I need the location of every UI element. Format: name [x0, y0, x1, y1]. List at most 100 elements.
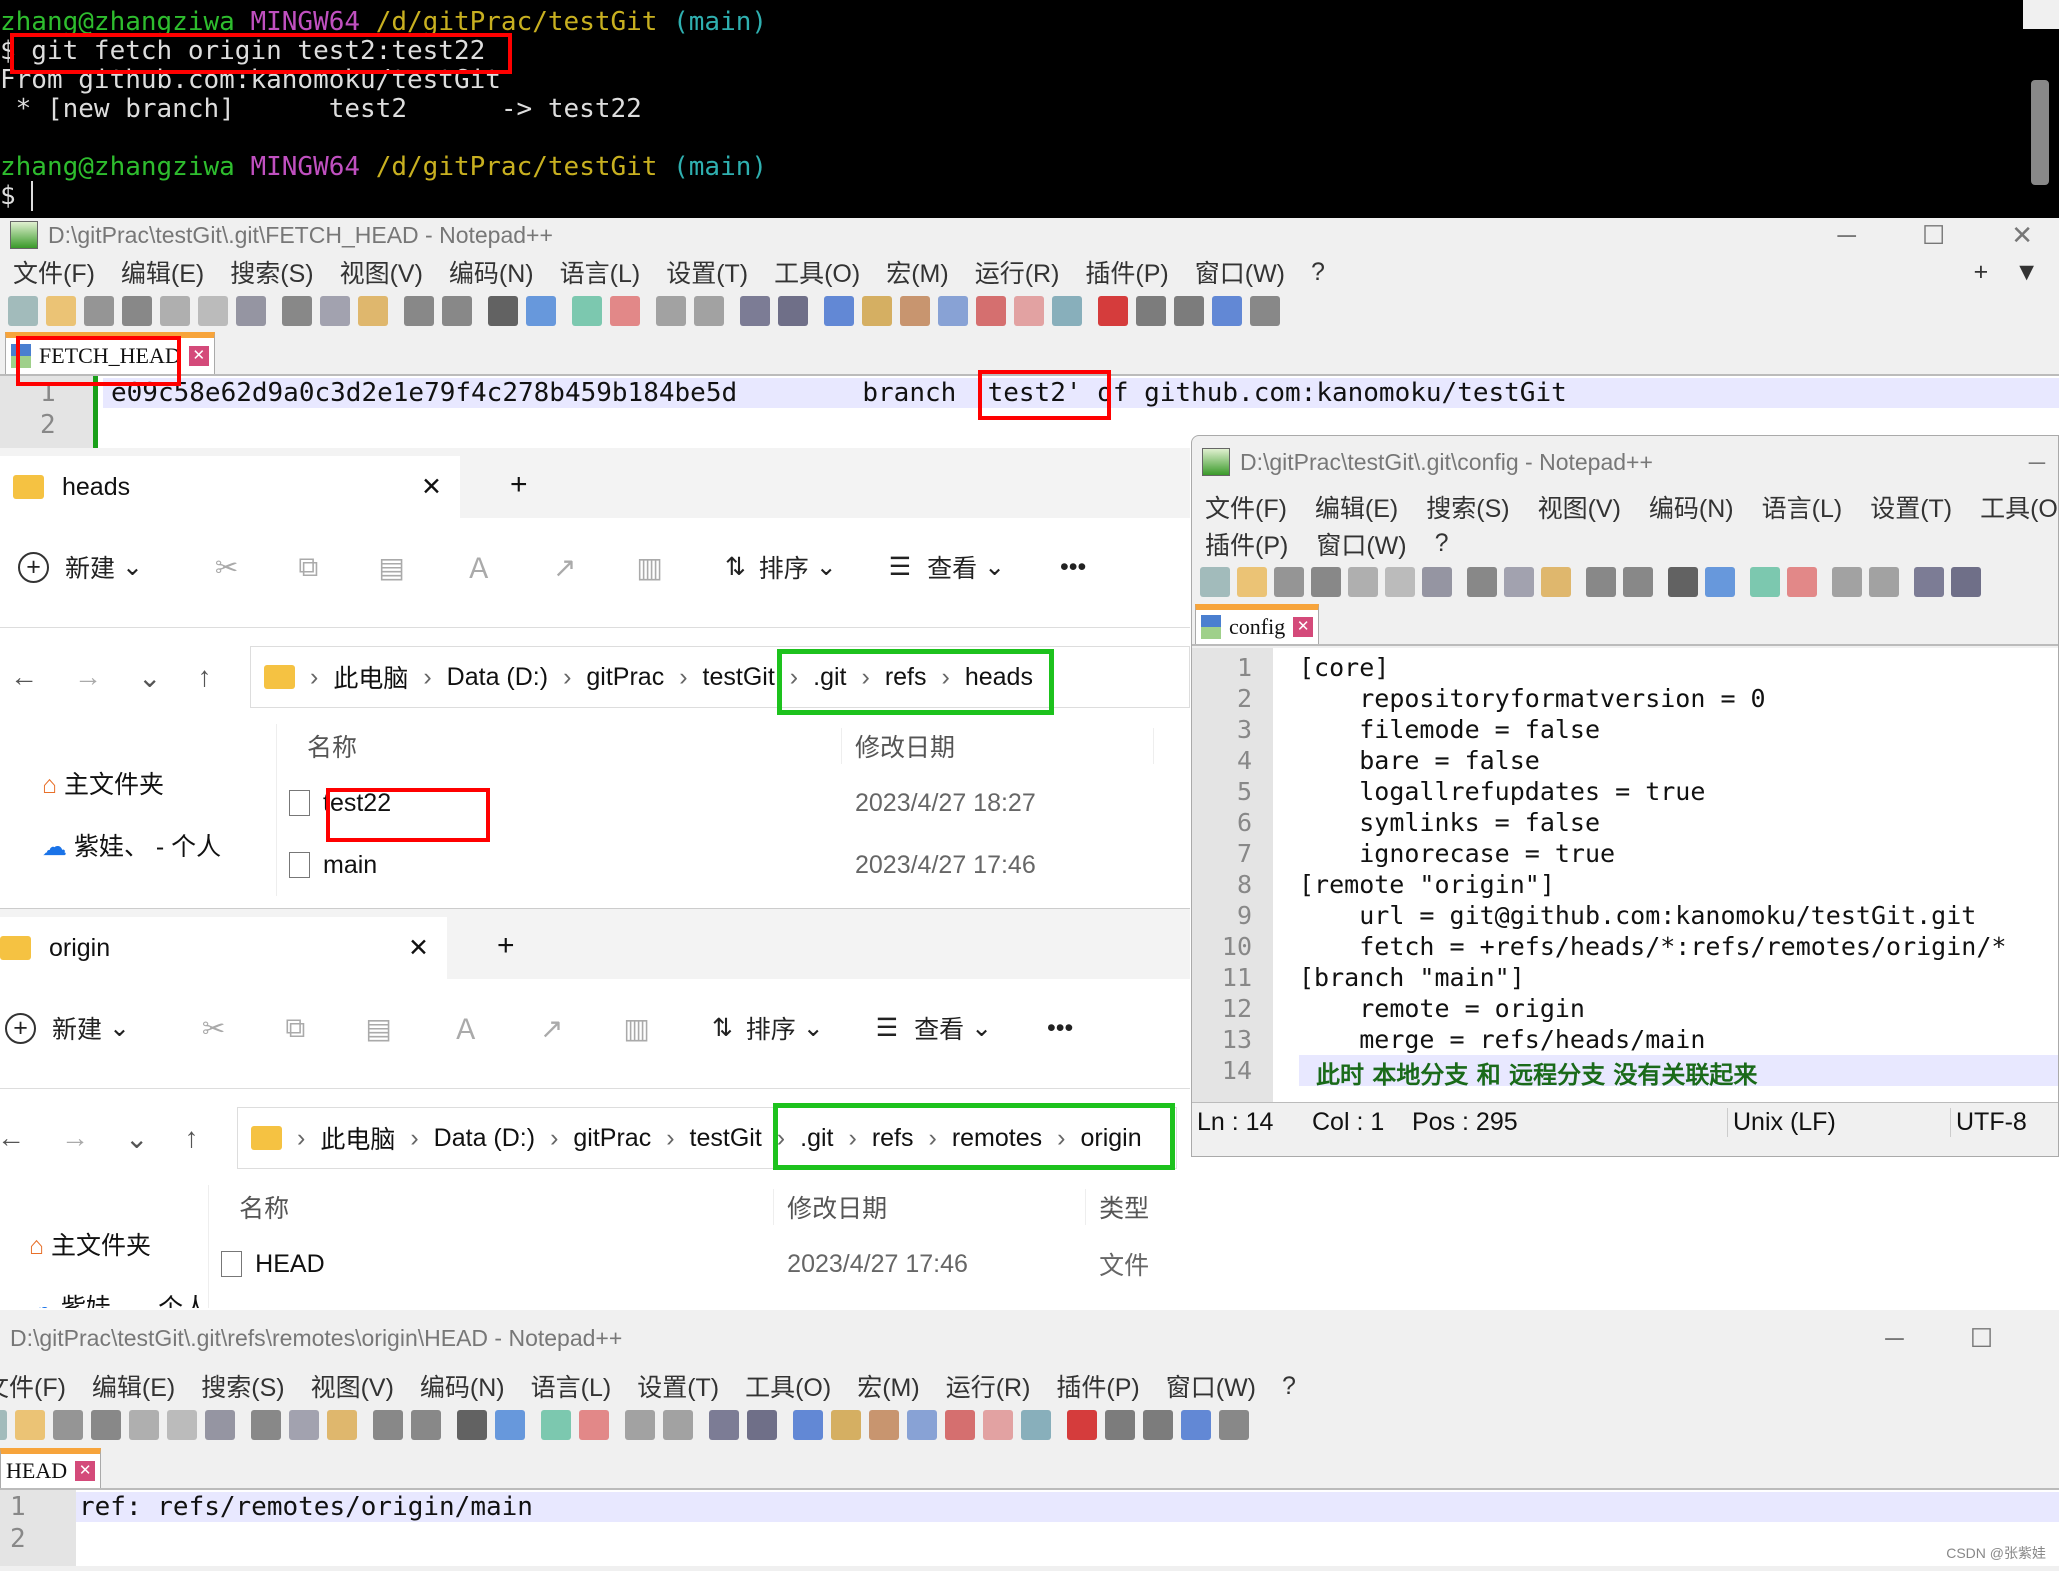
- cut-icon[interactable]: ✂: [215, 551, 238, 584]
- breadcrumb-0[interactable]: 此电脑: [333, 659, 408, 695]
- doc-map-icon[interactable]: [869, 1410, 899, 1440]
- doc-list-icon[interactable]: [938, 296, 968, 326]
- config-line[interactable]: ignorecase = true: [1299, 838, 2058, 869]
- breadcrumb-3[interactable]: testGit: [703, 663, 775, 692]
- copy-icon[interactable]: [1504, 567, 1534, 597]
- doc-list-icon[interactable]: [907, 1410, 937, 1440]
- paste-icon[interactable]: ▤: [365, 1012, 391, 1045]
- tab-origin[interactable]: origin ✕: [0, 917, 447, 979]
- sync-h-icon[interactable]: [1869, 567, 1899, 597]
- menu-item[interactable]: 宏(M): [857, 1368, 919, 1404]
- menu-item[interactable]: ?: [1435, 529, 1449, 558]
- line-1[interactable]: ref: refs/remotes/origin/main: [76, 1492, 2059, 1522]
- more-button[interactable]: •••: [1047, 1014, 1073, 1043]
- copy-icon[interactable]: ⧉: [285, 1012, 305, 1045]
- menu-item[interactable]: 窗口(W): [1166, 1368, 1256, 1404]
- breadcrumb-1[interactable]: Data (D:): [447, 663, 548, 692]
- maximize-button[interactable]: ☐: [1922, 220, 1945, 251]
- rename-icon[interactable]: Ａ: [452, 1008, 480, 1048]
- sort-button[interactable]: ⇅ 排序 ⌄: [725, 549, 837, 585]
- maximize-button[interactable]: ☐: [1970, 1323, 1993, 1354]
- zoom-in-icon[interactable]: [572, 296, 602, 326]
- up-button[interactable]: ↑: [184, 1122, 198, 1155]
- back-button[interactable]: ←: [0, 1122, 25, 1155]
- view-button[interactable]: ☰ 查看 ⌄: [876, 1010, 992, 1046]
- stop-record-icon[interactable]: [1105, 1410, 1135, 1440]
- scrollbar[interactable]: [2023, 0, 2059, 185]
- monitor-icon[interactable]: [1052, 296, 1082, 326]
- replace-icon[interactable]: [495, 1410, 525, 1440]
- cut-icon[interactable]: ✂: [202, 1012, 225, 1045]
- breadcrumb-2[interactable]: gitPrac: [573, 1124, 651, 1153]
- menu-item[interactable]: 文件(F): [13, 254, 95, 290]
- find-icon[interactable]: [1668, 567, 1698, 597]
- menu-item[interactable]: 视图(V): [1538, 489, 1621, 525]
- function-list-icon[interactable]: [976, 296, 1006, 326]
- word-wrap-icon[interactable]: [709, 1410, 739, 1440]
- menu-item[interactable]: 语言(L): [531, 1368, 612, 1404]
- redo-icon[interactable]: [411, 1410, 441, 1440]
- close-tab-icon[interactable]: ✕: [1293, 617, 1314, 637]
- save-all-icon[interactable]: [122, 296, 152, 326]
- cut-icon[interactable]: [251, 1410, 281, 1440]
- menu-item[interactable]: 文件(F): [0, 1368, 66, 1404]
- menu-item[interactable]: 编辑(E): [92, 1368, 175, 1404]
- save-icon[interactable]: [1274, 567, 1304, 597]
- folder-workspace-icon[interactable]: [983, 1410, 1013, 1440]
- replace-icon[interactable]: [1705, 567, 1735, 597]
- record-macro-icon[interactable]: [1098, 296, 1128, 326]
- close-icon[interactable]: [129, 1410, 159, 1440]
- function-list-icon[interactable]: [945, 1410, 975, 1440]
- word-wrap-icon[interactable]: [740, 296, 770, 326]
- config-line[interactable]: url = git@github.com:kanomoku/testGit.gi…: [1299, 900, 2058, 931]
- tab-heads[interactable]: heads ✕: [0, 456, 460, 518]
- sidebar-item[interactable]: ⌂ 主文件夹: [42, 754, 276, 816]
- udl-icon[interactable]: [862, 296, 892, 326]
- show-all-icon[interactable]: [747, 1410, 777, 1440]
- paste-icon[interactable]: ▤: [378, 551, 404, 584]
- close-icon[interactable]: [1348, 567, 1378, 597]
- menu-item[interactable]: 编码(N): [449, 254, 534, 290]
- view-button[interactable]: ☰ 查看 ⌄: [889, 549, 1005, 585]
- sort-button[interactable]: ⇅ 排序 ⌄: [712, 1010, 824, 1046]
- menu-item[interactable]: 窗口(W): [1195, 254, 1285, 290]
- menu-item[interactable]: 插件(P): [1085, 254, 1168, 290]
- tab-config[interactable]: config ✕: [1195, 604, 1320, 644]
- record-macro-icon[interactable]: [1067, 1410, 1097, 1440]
- cut-icon[interactable]: [282, 296, 312, 326]
- menu-item[interactable]: 编辑(E): [1315, 489, 1398, 525]
- more-button[interactable]: •••: [1060, 553, 1086, 582]
- menu-item[interactable]: 编码(N): [1649, 489, 1734, 525]
- tab-head[interactable]: HEAD ✕: [0, 1448, 102, 1488]
- file-row[interactable]: main 2023/4/27 17:46: [277, 834, 1190, 896]
- new-file-icon[interactable]: [1200, 567, 1230, 597]
- menu-item[interactable]: 语言(L): [560, 254, 641, 290]
- menu-item[interactable]: 插件(P): [1056, 1368, 1139, 1404]
- menu-item[interactable]: 工具(O): [745, 1368, 831, 1404]
- column-header[interactable]: 名称: [277, 728, 842, 764]
- close-all-icon[interactable]: [1385, 567, 1415, 597]
- print-icon[interactable]: [205, 1410, 235, 1440]
- sync-v-icon[interactable]: [1832, 567, 1862, 597]
- config-line[interactable]: remote = origin: [1299, 993, 2058, 1024]
- file-row[interactable]: HEAD2023/4/27 17:46文件1 KB: [209, 1233, 1190, 1295]
- open-file-icon[interactable]: [1237, 567, 1267, 597]
- copy-icon[interactable]: [320, 296, 350, 326]
- menu-item[interactable]: 设置(T): [666, 254, 748, 290]
- config-line[interactable]: bare = false: [1299, 745, 2058, 776]
- column-header[interactable]: 修改日期: [842, 728, 1154, 764]
- stop-record-icon[interactable]: [1136, 296, 1166, 326]
- run-macro-multiple-icon[interactable]: [1212, 296, 1242, 326]
- column-header[interactable]: 类型: [1086, 1189, 1190, 1225]
- forward-button[interactable]: →: [61, 1122, 89, 1155]
- menu-item[interactable]: 设置(T): [637, 1368, 719, 1404]
- paste-icon[interactable]: [327, 1410, 357, 1440]
- zoom-in-icon[interactable]: [541, 1410, 571, 1440]
- doc-map-icon[interactable]: [900, 296, 930, 326]
- menu-item[interactable]: 视图(V): [311, 1368, 394, 1404]
- column-header[interactable]: 名称: [209, 1189, 775, 1225]
- close-tab-icon[interactable]: ✕: [188, 346, 209, 366]
- open-file-icon[interactable]: [46, 296, 76, 326]
- save-icon[interactable]: [53, 1410, 83, 1440]
- config-line[interactable]: [branch "main"]: [1299, 962, 2058, 993]
